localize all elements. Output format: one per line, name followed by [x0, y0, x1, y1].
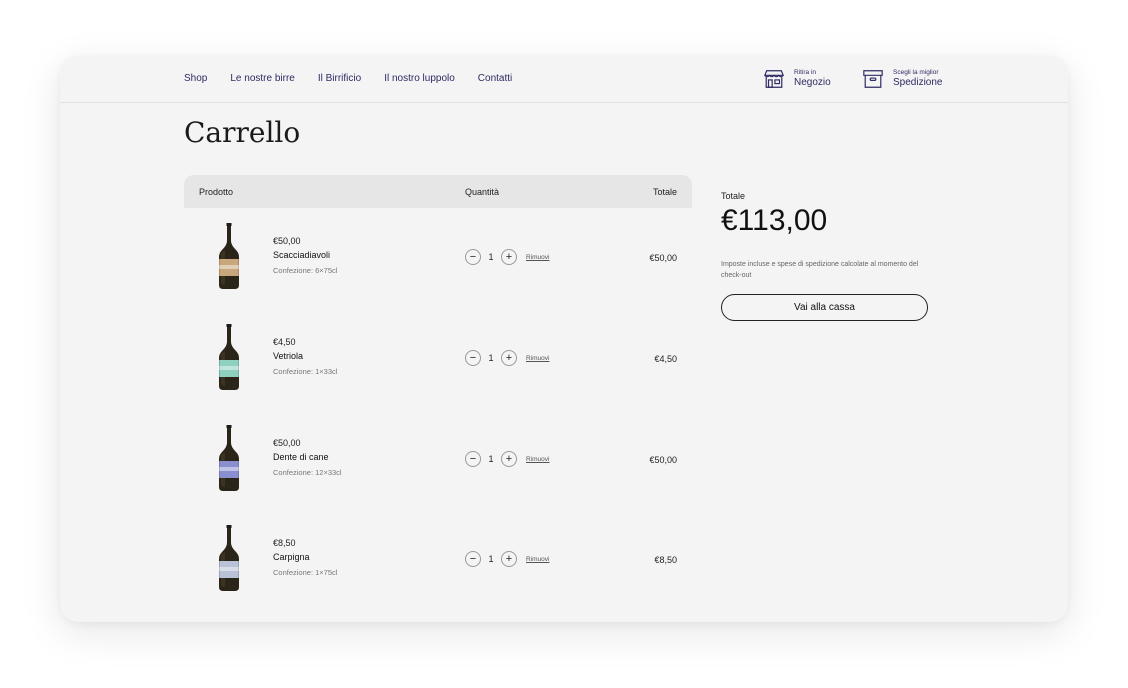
page-title: Carrello [184, 116, 301, 149]
item-price: €4,50 [273, 337, 296, 347]
nav-il-nostro-luppolo[interactable]: Il nostro luppolo [384, 73, 455, 84]
minus-icon: − [469, 552, 477, 565]
cart-row: €50,00 Scacciadiavoli Confezione: 6×75cl… [184, 208, 692, 308]
pickup-small-label: Ritira in [794, 69, 817, 76]
remove-link[interactable]: Rimuovi [526, 456, 549, 463]
item-name[interactable]: Vetriola [273, 351, 337, 361]
item-total: €50,00 [649, 455, 677, 465]
decrease-quantity-button[interactable]: − [465, 551, 481, 567]
bottle-image [219, 223, 239, 289]
summary-note: Imposte incluse e spese di spedizione ca… [721, 261, 919, 279]
checkout-button[interactable]: Vai alla cassa [721, 294, 928, 321]
increase-quantity-button[interactable]: + [501, 451, 517, 467]
bottle-image [219, 324, 239, 390]
minus-icon: − [469, 250, 477, 263]
increase-quantity-button[interactable]: + [501, 350, 517, 366]
item-name[interactable]: Scacciadiavoli [273, 250, 337, 260]
quantity-stepper: − 1 + Rimuovi [465, 249, 549, 265]
store-icon [763, 70, 785, 88]
decrease-quantity-button[interactable]: − [465, 249, 481, 265]
item-total: €4,50 [654, 354, 677, 364]
cart-row: €4,50 Vetriola Confezione: 1×33cl − 1 + … [184, 309, 692, 409]
quantity-value: 1 [488, 454, 494, 464]
header-quantity: Quantità [465, 187, 500, 197]
item-pack: Confezione: 1×33cl [273, 367, 338, 376]
header-product: Prodotto [199, 187, 234, 197]
remove-link[interactable]: Rimuovi [526, 556, 549, 563]
item-total: €50,00 [649, 253, 677, 263]
main-nav: Shop Le nostre birre Il Birrificio Il no… [184, 73, 535, 84]
item-pack: Confezione: 1×75cl [273, 568, 338, 577]
nav-contatti[interactable]: Contatti [478, 73, 512, 84]
shipping-big-label: Spedizione [893, 77, 943, 88]
nav-il-birrificio[interactable]: Il Birrificio [318, 73, 361, 84]
decrease-quantity-button[interactable]: − [465, 451, 481, 467]
nav-le-nostre-birre[interactable]: Le nostre birre [230, 73, 294, 84]
remove-link[interactable]: Rimuovi [526, 355, 549, 362]
cart-table-header: Prodotto Quantità Totale [184, 175, 692, 208]
header-total: Totale [652, 187, 677, 197]
remove-link[interactable]: Rimuovi [526, 254, 549, 261]
cart-row: €8,50 Carpigna Confezione: 1×75cl − 1 + … [184, 510, 692, 610]
item-price: €50,00 [273, 438, 301, 448]
nav-shop[interactable]: Shop [184, 73, 207, 84]
item-total: €8,50 [654, 555, 677, 565]
pickup-big-label: Negozio [794, 77, 831, 88]
top-navigation-bar: Shop Le nostre birre Il Birrificio Il no… [60, 56, 1068, 103]
increase-quantity-button[interactable]: + [501, 551, 517, 567]
item-pack: Confezione: 6×75cl [273, 266, 338, 275]
box-icon [863, 70, 883, 88]
plus-icon: + [505, 452, 513, 465]
quantity-stepper: − 1 + Rimuovi [465, 451, 549, 467]
plus-icon: + [505, 351, 513, 364]
item-pack: Confezione: 12×33cl [273, 468, 342, 477]
bottle-image [219, 425, 239, 491]
plus-icon: + [505, 552, 513, 565]
quantity-value: 1 [488, 554, 494, 564]
quantity-stepper: − 1 + Rimuovi [465, 551, 549, 567]
bottle-image [219, 525, 239, 591]
quantity-value: 1 [488, 252, 494, 262]
cart-page: Shop Le nostre birre Il Birrificio Il no… [60, 56, 1068, 622]
decrease-quantity-button[interactable]: − [465, 350, 481, 366]
cart-row: €50,00 Dente di cane Confezione: 12×33cl… [184, 410, 692, 510]
minus-icon: − [469, 351, 477, 364]
pickup-in-store-link[interactable]: Ritira in Negozio [763, 68, 831, 90]
summary-label: Totale [721, 191, 746, 201]
item-price: €8,50 [273, 538, 296, 548]
item-name[interactable]: Carpigna [273, 552, 337, 562]
item-price: €50,00 [273, 236, 301, 246]
shipping-small-label: Scegli la miglior [893, 69, 939, 76]
shipping-link[interactable]: Scegli la miglior Spedizione [862, 68, 942, 90]
item-name[interactable]: Dente di cane [273, 452, 342, 462]
summary-total: €113,00 [721, 204, 828, 237]
increase-quantity-button[interactable]: + [501, 249, 517, 265]
plus-icon: + [505, 250, 513, 263]
quantity-value: 1 [488, 353, 494, 363]
quantity-stepper: − 1 + Rimuovi [465, 350, 549, 366]
minus-icon: − [469, 452, 477, 465]
